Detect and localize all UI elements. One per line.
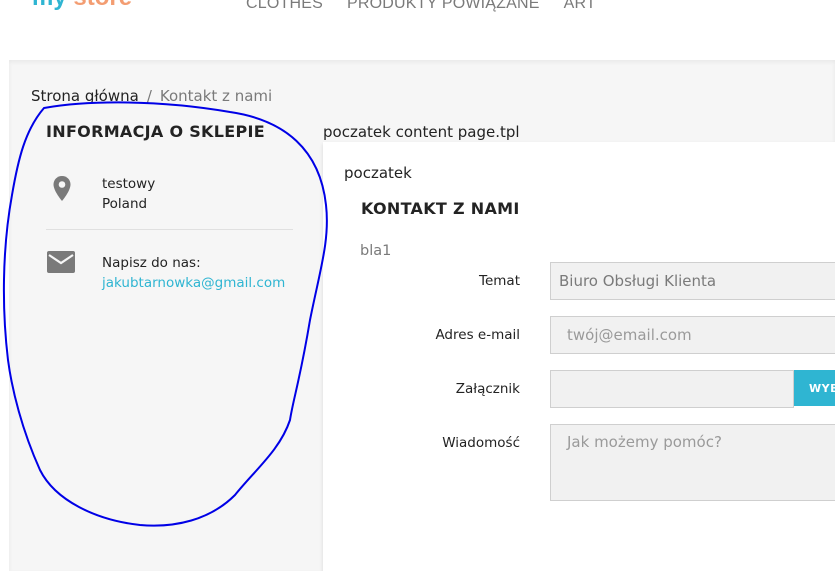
store-address-text: testowy Poland <box>102 174 155 214</box>
logo-text-store: store <box>67 0 132 11</box>
address-line-1: testowy <box>102 176 156 192</box>
site-header: my store CLOTHES PRODUKTY POWIĄZANE ART <box>0 0 835 60</box>
page-title: KONTAKT Z NAMI <box>361 199 520 218</box>
breadcrumb: Strona główna / Kontakt z nami <box>31 87 272 105</box>
pre-content-text: poczatek content page.tpl <box>323 123 520 141</box>
store-info-divider <box>46 229 293 230</box>
subject-select[interactable]: Biuro Obsługi Klienta <box>550 262 835 300</box>
message-textarea[interactable]: Jak możemy pomóc? <box>550 424 835 501</box>
card-start-text: poczatek <box>344 164 412 182</box>
envelope-icon <box>47 251 75 273</box>
store-email-text: Napisz do nas: jakubtarnowka@gmail.com <box>102 253 285 293</box>
nav-item-art[interactable]: ART <box>564 0 596 14</box>
subject-label: Temat <box>479 273 520 289</box>
main-nav: CLOTHES PRODUKTY POWIĄZANE ART <box>246 0 596 14</box>
email-label: Napisz do nas: <box>102 255 201 271</box>
address-line-2: Poland <box>102 196 148 212</box>
logo-text-my: my <box>32 0 67 11</box>
email-label: Adres e-mail <box>435 327 520 343</box>
store-email-link[interactable]: jakubtarnowka@gmail.com <box>102 275 285 291</box>
bla-text: bla1 <box>360 243 392 259</box>
nav-item-clothes[interactable]: CLOTHES <box>246 0 323 14</box>
attachment-label: Załącznik <box>455 381 520 397</box>
breadcrumb-current: Kontakt z nami <box>159 87 273 105</box>
email-input[interactable]: twój@email.com <box>550 316 835 354</box>
breadcrumb-home-link[interactable]: Strona główna <box>31 87 139 105</box>
location-pin-icon <box>53 176 71 201</box>
store-logo[interactable]: my store <box>32 0 132 10</box>
store-info-title: INFORMACJA O SKLEPIE <box>46 122 265 141</box>
nav-item-produkty[interactable]: PRODUKTY POWIĄZANE <box>347 0 540 14</box>
attachment-input[interactable] <box>550 370 794 408</box>
message-label: Wiadomość <box>442 435 520 451</box>
breadcrumb-separator: / <box>146 87 152 105</box>
choose-file-button[interactable]: WYBI <box>794 370 835 406</box>
